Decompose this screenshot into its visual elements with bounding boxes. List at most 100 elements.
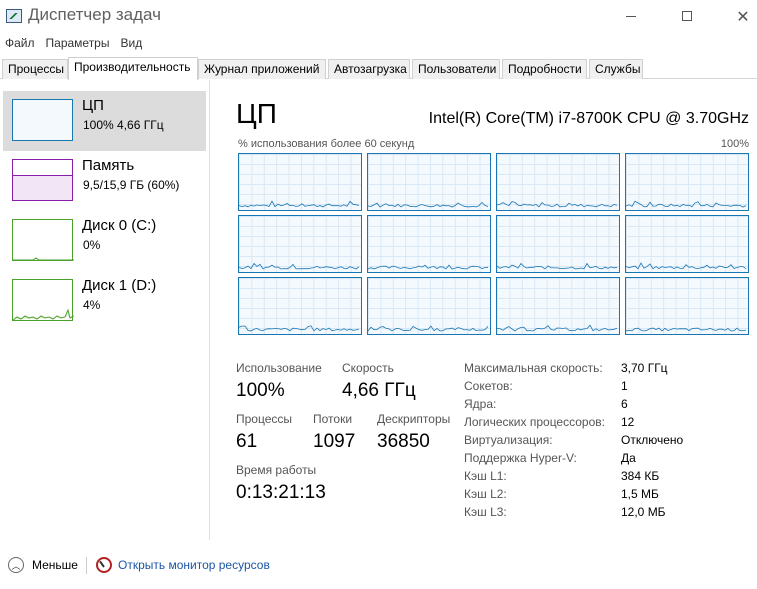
disk-0-sparkline [13, 257, 74, 261]
sidebar-item-cpu[interactable]: ЦП 100% 4,66 ГГц [3, 91, 206, 151]
tab-users[interactable]: Пользователи [412, 59, 500, 79]
cpu-usage-line [368, 264, 489, 270]
threads-label: Потоки [313, 412, 353, 426]
maximize-icon [682, 11, 692, 21]
logical-processor-graph [367, 153, 491, 211]
cpu-usage-polyline [368, 325, 489, 332]
sidebar-item-name: Диск 0 (C:) [82, 217, 157, 234]
threads-value: 1097 [313, 431, 356, 452]
cpu-usage-line [626, 327, 747, 332]
tab-processes[interactable]: Процессы [2, 59, 68, 79]
page-title: ЦП [236, 98, 277, 129]
detail-label: Сокетов: [464, 379, 513, 393]
sidebar-item-value: 100% 4,66 ГГц [83, 118, 164, 132]
menu-options[interactable]: Параметры [41, 36, 116, 54]
cpu-usage-polyline [368, 201, 489, 208]
logical-processor-graph [367, 215, 491, 273]
tab-performance[interactable]: Производительность [68, 57, 198, 80]
detail-label: Виртуализация: [464, 433, 553, 447]
sidebar-item-name: ЦП [82, 97, 104, 114]
logical-processor-graph [238, 277, 362, 335]
logical-processor-graph [367, 277, 491, 335]
sidebar-item-memory[interactable]: Память 9,5/15,9 ГБ (60%) [3, 151, 206, 211]
footer-bar: ︿ Меньше Открыть монитор ресурсов [0, 548, 757, 584]
cpu-usage-polyline [497, 201, 618, 208]
chevron-up-icon[interactable]: ︿ [8, 557, 24, 573]
open-resource-monitor-link[interactable]: Открыть монитор ресурсов [118, 558, 270, 572]
detail-value: 6 [621, 397, 628, 411]
window-title: Диспетчер задач [28, 5, 161, 24]
detail-label: Кэш L1: [464, 469, 507, 483]
resource-monitor-icon [96, 557, 112, 573]
speed-label: Скорость [342, 361, 394, 375]
cpu-usage-line [626, 262, 747, 270]
graph-max-label: 100% [720, 138, 749, 150]
usage-value: 100% [236, 380, 285, 401]
close-button[interactable]: ✕ [720, 0, 757, 32]
tab-details[interactable]: Подробности [502, 59, 587, 79]
sidebar-item-value: 4% [83, 298, 101, 312]
tab-services[interactable]: Службы [589, 59, 643, 79]
minimize-icon [626, 15, 636, 17]
tab-bar: Процессы Производительность Журнал прило… [0, 57, 757, 80]
detail-value: 1 [621, 379, 628, 393]
sidebar-item-name: Диск 1 (D:) [82, 277, 157, 294]
cpu-usage-polyline [239, 200, 360, 208]
cpu-usage-line [239, 200, 360, 208]
sidebar-item-disk-0[interactable]: Диск 0 (C:) 0% [3, 211, 206, 271]
speed-value: 4,66 ГГц [342, 380, 416, 401]
detail-label: Поддержка Hyper-V: [464, 451, 577, 465]
disk-0-thumbnail [12, 219, 74, 261]
cpu-usage-polyline [497, 324, 618, 332]
sidebar-item-disk-1[interactable]: Диск 1 (D:) 4% [3, 271, 206, 331]
footer-divider [86, 557, 87, 574]
sidebar-item-name: Память [82, 157, 135, 174]
close-icon: ✕ [736, 6, 750, 26]
cpu-usage-line [626, 200, 747, 208]
cpu-usage-line [497, 262, 618, 270]
usage-label: Использование [236, 361, 322, 375]
detail-value: 12,0 МБ [621, 505, 666, 519]
cpu-usage-polyline [368, 264, 489, 270]
uptime-label: Время работы [236, 463, 317, 477]
processes-label: Процессы [236, 412, 293, 426]
cpu-usage-polyline [497, 262, 618, 270]
cpu-usage-line [497, 201, 618, 208]
cpu-usage-line [368, 325, 489, 332]
logical-processor-graph [496, 215, 620, 273]
cpu-usage-polyline [626, 262, 747, 270]
disk-1-sparkline [12, 308, 75, 321]
menu-view[interactable]: Вид [115, 36, 148, 54]
handles-label: Дескрипторы [377, 412, 451, 426]
maximize-button[interactable] [664, 0, 710, 32]
cpu-usage-polyline [239, 325, 360, 332]
detail-value: Отключено [621, 433, 684, 447]
uptime-value: 0:13:21:13 [236, 482, 326, 503]
disk-1-thumbnail [12, 279, 75, 321]
detail-value: 1,5 МБ [621, 487, 659, 501]
fewer-details-button[interactable]: Меньше [32, 558, 78, 572]
cpu-usage-polyline [239, 262, 360, 270]
detail-label: Ядра: [464, 397, 497, 411]
minimize-button[interactable] [608, 0, 654, 32]
logical-processor-graph [496, 277, 620, 335]
menu-file[interactable]: Файл [0, 36, 41, 54]
cpu-usage-polyline [626, 327, 747, 332]
detail-value: 384 КБ [621, 469, 660, 483]
cpu-model: Intel(R) Core(TM) i7-8700K CPU @ 3.70GHz [428, 110, 749, 127]
detail-value: 3,70 ГГц [621, 361, 668, 375]
detail-label: Кэш L2: [464, 487, 507, 501]
tab-app-history[interactable]: Журнал приложений [198, 59, 326, 79]
detail-label: Кэш L3: [464, 505, 507, 519]
cpu-thumbnail [12, 99, 73, 141]
logical-processor-graph [625, 153, 749, 211]
sidebar-item-value: 9,5/15,9 ГБ (60%) [83, 178, 180, 192]
resource-sidebar: ЦП 100% 4,66 ГГц Память 9,5/15,9 ГБ (60%… [0, 80, 210, 540]
graph-caption: % использования более 60 секунд [238, 138, 415, 150]
cpu-usage-line [368, 201, 489, 208]
title-bar: Диспетчер задач ✕ [0, 0, 757, 34]
handles-value: 36850 [377, 431, 430, 452]
tab-startup[interactable]: Автозагрузка [328, 59, 410, 79]
logical-processor-graph [625, 215, 749, 273]
cpu-usage-line [239, 325, 360, 332]
